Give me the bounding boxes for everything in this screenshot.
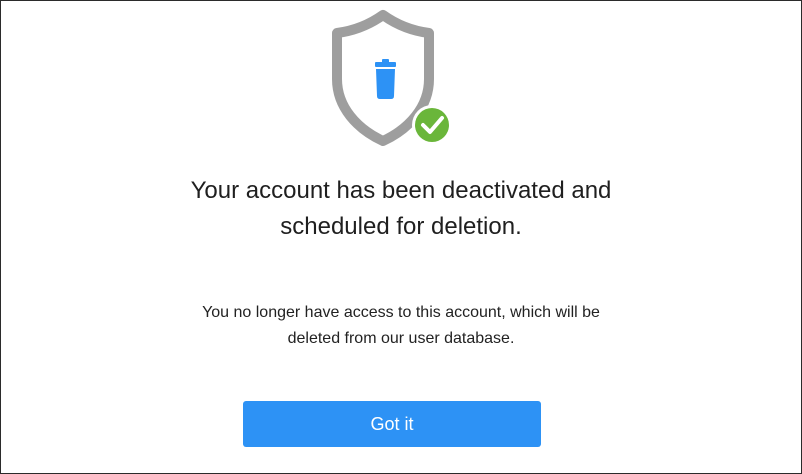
shield-icon [331,7,457,147]
got-it-button[interactable]: Got it [243,401,541,447]
check-badge-icon [412,105,452,145]
dialog-message: You no longer have access to this accoun… [202,304,600,347]
deactivation-dialog: Your account has been deactivated and sc… [0,0,802,474]
trash-icon [375,59,396,99]
dialog-title: Your account has been deactivated and sc… [190,177,612,240]
